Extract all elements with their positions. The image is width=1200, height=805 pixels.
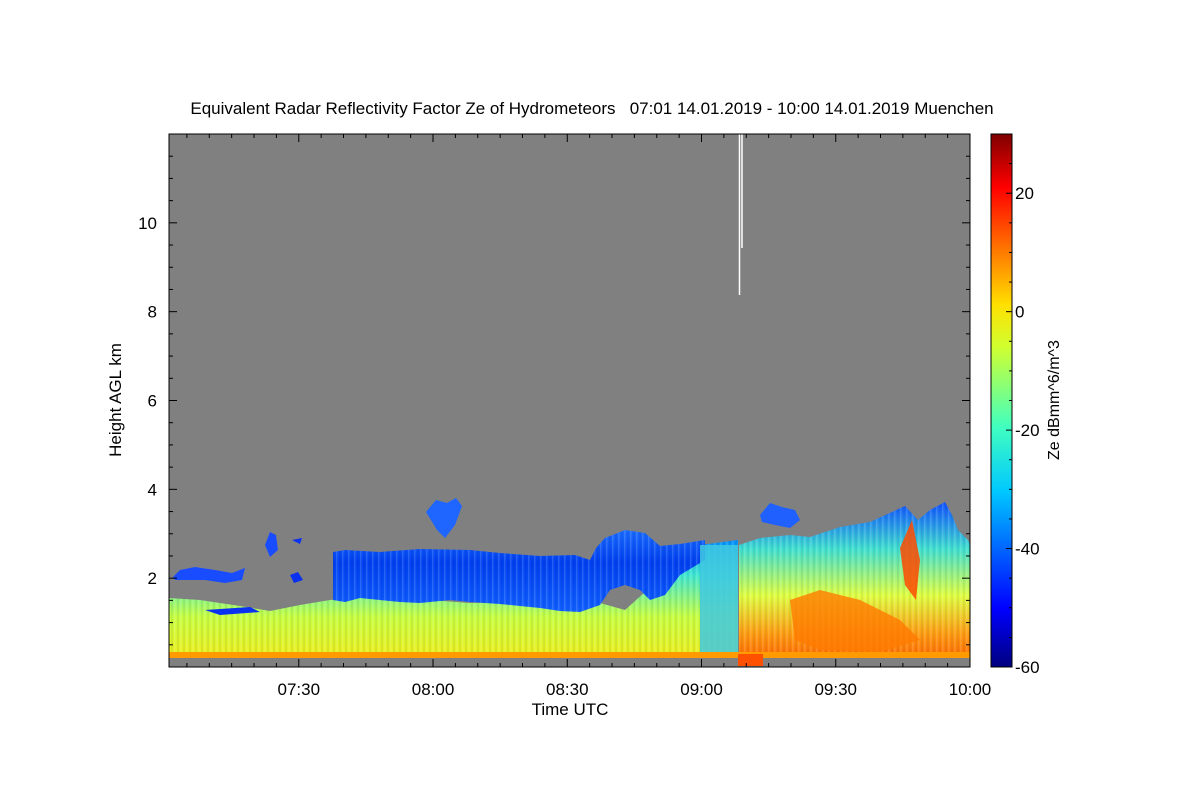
y-tick-label: 6 (148, 392, 157, 411)
x-axis-label: Time UTC (532, 700, 609, 719)
colorbar-tick-label: -20 (1015, 421, 1040, 440)
colorbar-label: Ze dBmm^6/m^3 (1046, 340, 1063, 460)
x-tick-label: 07:30 (277, 680, 320, 699)
colorbar-tick-label: -40 (1015, 540, 1040, 559)
y-axis-label: Height AGL km (106, 343, 125, 457)
plot-area (169, 134, 970, 667)
y-tick-label: 4 (148, 480, 157, 499)
chart-page: Equivalent Radar Reflectivity Factor Ze … (0, 0, 1200, 800)
x-tick-label: 08:30 (546, 680, 589, 699)
echo-surface-hot (738, 654, 763, 666)
y-tick-label: 8 (148, 303, 157, 322)
colorbar-tick-label: -60 (1015, 658, 1040, 677)
y-tick-label: 10 (138, 214, 157, 233)
x-tick-label: 10:00 (949, 680, 992, 699)
radar-chart: Equivalent Radar Reflectivity Factor Ze … (106, 99, 1063, 719)
colorbar (990, 133, 1013, 668)
x-tick-label: 09:30 (814, 680, 857, 699)
echo-surface-layer (169, 652, 970, 658)
colorbar-tick-label: 20 (1015, 184, 1034, 203)
chart-title: Equivalent Radar Reflectivity Factor Ze … (190, 99, 993, 118)
echo-transition-band (700, 545, 738, 658)
x-tick-label: 09:00 (680, 680, 723, 699)
y-tick-label: 2 (148, 569, 157, 588)
colorbar-tick-label: 0 (1015, 303, 1024, 322)
x-tick-label: 08:00 (412, 680, 455, 699)
